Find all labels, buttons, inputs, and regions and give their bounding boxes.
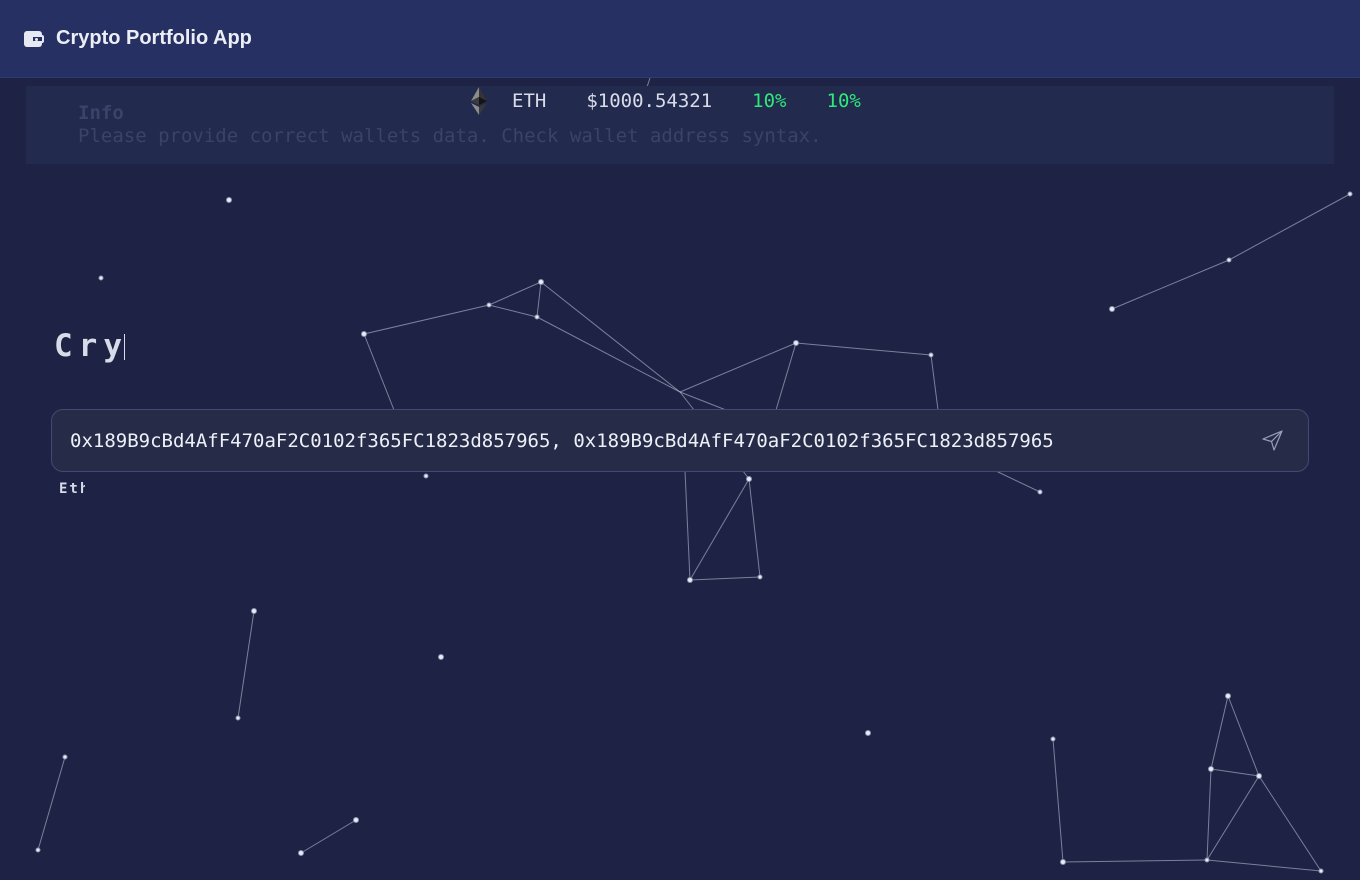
particle-dots: [35, 87, 1353, 874]
app-header: Crypto Portfolio App: [0, 0, 1360, 78]
ethereum-icon: [471, 87, 487, 115]
wallet-icon: [24, 30, 44, 48]
app-title: Crypto Portfolio App: [56, 27, 252, 49]
wallet-address-input[interactable]: [70, 410, 1240, 471]
ticker-symbol: ETH: [512, 90, 547, 112]
page: Crypto Portfolio App Info Please provide…: [0, 0, 1360, 880]
wallet-address-box: [51, 409, 1309, 472]
send-icon[interactable]: [1260, 427, 1286, 453]
typing-headline: Cry: [54, 328, 128, 364]
ticker-change-2: 10%: [826, 90, 861, 112]
typing-headline-text: Cry: [54, 328, 128, 364]
ticker-price: $1000.54321: [586, 90, 713, 112]
info-banner-message: Please provide correct wallets data. Che…: [78, 125, 822, 147]
price-ticker: ETH $1000.54321 10% 10%: [468, 84, 861, 118]
typing-cursor: [124, 334, 125, 360]
ticker-change-1: 10%: [752, 90, 787, 112]
particle-links: [37, 77, 1351, 872]
network-label: Eth: [59, 481, 85, 497]
